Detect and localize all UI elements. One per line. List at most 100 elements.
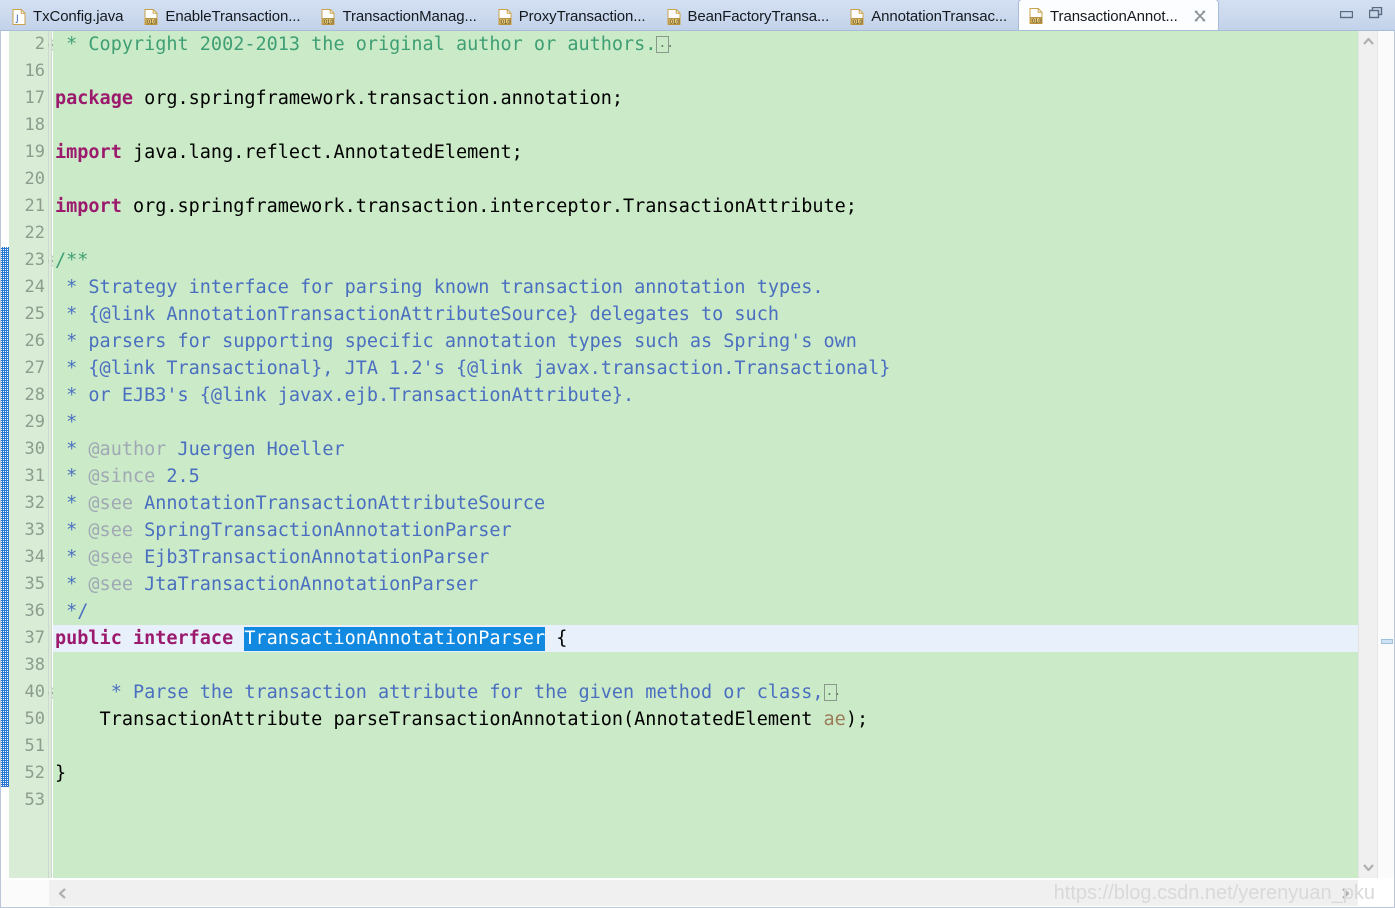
scroll-down-icon[interactable] bbox=[1359, 859, 1378, 876]
code-token: Ejb3TransactionAnnotationParser bbox=[132, 547, 490, 568]
code-token: * bbox=[55, 439, 89, 460]
code-line[interactable]: * Strategy interface for parsing known t… bbox=[53, 274, 1358, 301]
code-line[interactable] bbox=[53, 733, 1358, 760]
source-editor[interactable]: 2 16 17 18 19 20 21 22 23 24 25 26 27 28 29 30 31 32 33 34 3… bbox=[0, 31, 1395, 908]
collapsed-region-icon[interactable] bbox=[656, 31, 674, 57]
overview-ruler[interactable] bbox=[1377, 31, 1395, 878]
tab-label: EnableTransaction... bbox=[165, 8, 301, 25]
code-token: JtaTransactionAnnotationParser bbox=[132, 574, 479, 595]
svg-text:J: J bbox=[15, 14, 19, 24]
code-token: TransactionAttribute parseTransactionAnn… bbox=[55, 709, 824, 730]
code-line-current[interactable]: public interface TransactionAnnotationPa… bbox=[53, 625, 1358, 652]
code-line[interactable]: * Parse the transaction attribute for th… bbox=[53, 678, 1358, 706]
code-line[interactable]: import org.springframework.transaction.i… bbox=[53, 193, 1358, 220]
code-line[interactable]: * @author Juergen Hoeller bbox=[53, 436, 1358, 463]
svg-text:010: 010 bbox=[324, 19, 334, 25]
editor-tab[interactable]: 010 TransactionManag... bbox=[311, 3, 487, 30]
code-token: * Strategy interface for parsing known t… bbox=[55, 277, 824, 298]
line-number: 33 bbox=[24, 520, 45, 540]
scroll-left-icon[interactable] bbox=[51, 880, 73, 906]
code-line[interactable]: } bbox=[53, 760, 1358, 787]
code-token: java.lang.reflect.AnnotatedElement; bbox=[121, 142, 523, 163]
code-token: * bbox=[55, 574, 89, 595]
code-token: Juergen Hoeller bbox=[166, 439, 345, 460]
code-line[interactable]: * @see JtaTransactionAnnotationParser bbox=[53, 571, 1358, 598]
code-token: } bbox=[55, 763, 67, 784]
code-token: * bbox=[55, 412, 78, 433]
editor-tab[interactable]: 010 AnnotationTransac... bbox=[840, 3, 1018, 30]
code-line[interactable]: TransactionAttribute parseTransactionAnn… bbox=[53, 706, 1358, 733]
code-token: * {@link Transactional}, JTA 1.2's {@lin… bbox=[55, 358, 891, 379]
collapsed-region-icon[interactable] bbox=[823, 678, 841, 705]
code-line[interactable]: * @see SpringTransactionAnnotationParser bbox=[53, 517, 1358, 544]
code-line[interactable] bbox=[53, 787, 1358, 814]
vertical-scrollbar[interactable] bbox=[1358, 31, 1377, 878]
overview-marker[interactable] bbox=[1381, 639, 1393, 644]
editor-tab[interactable]: 010 EnableTransaction... bbox=[134, 3, 311, 30]
code-line[interactable]: * bbox=[53, 409, 1358, 436]
line-number: 34 bbox=[24, 547, 45, 567]
code-token: @see bbox=[88, 520, 133, 541]
code-line[interactable] bbox=[53, 220, 1358, 247]
code-line[interactable] bbox=[53, 166, 1358, 193]
line-number: 22 bbox=[24, 223, 45, 243]
code-line[interactable] bbox=[53, 652, 1358, 679]
code-area[interactable]: * Copyright 2002-2013 the original autho… bbox=[53, 31, 1358, 878]
editor-tab[interactable]: 010 BeanFactoryTransa... bbox=[657, 3, 841, 30]
line-number: 16 bbox=[24, 61, 45, 81]
editor-tab-bar: J TxConfig.java 010 EnableTransaction... 010… bbox=[0, 0, 1395, 31]
editor-tab-active[interactable]: 010 TransactionAnnot... bbox=[1018, 0, 1219, 30]
code-token: public interface bbox=[55, 628, 245, 649]
line-number: 53 bbox=[24, 790, 45, 810]
code-token: * bbox=[55, 466, 89, 487]
folding-ruler[interactable] bbox=[49, 31, 52, 878]
code-token: */ bbox=[55, 601, 89, 622]
code-line[interactable]: * @see Ejb3TransactionAnnotationParser bbox=[53, 544, 1358, 571]
code-line[interactable]: package org.springframework.transaction.… bbox=[53, 85, 1358, 112]
line-number: 18 bbox=[24, 115, 45, 135]
code-token: * bbox=[55, 520, 89, 541]
code-token: * parsers for supporting specific annota… bbox=[55, 331, 857, 352]
watermark: https://blog.csdn.net/yerenyuan_pku bbox=[1053, 882, 1375, 904]
code-token: import bbox=[55, 196, 122, 217]
code-line[interactable] bbox=[53, 58, 1358, 85]
maximize-icon[interactable] bbox=[1368, 5, 1383, 19]
tab-label: BeanFactoryTransa... bbox=[687, 8, 830, 25]
code-line[interactable]: import java.lang.reflect.AnnotatedElemen… bbox=[53, 139, 1358, 166]
code-line[interactable]: * parsers for supporting specific annota… bbox=[53, 328, 1358, 355]
code-line[interactable]: /** bbox=[53, 247, 1358, 274]
code-token: import bbox=[55, 142, 122, 163]
line-number: 24 bbox=[24, 277, 45, 297]
editor-tab[interactable]: 010 ProxyTransaction... bbox=[488, 3, 657, 30]
code-line[interactable]: * {@link Transactional}, JTA 1.2's {@lin… bbox=[53, 355, 1358, 382]
code-line[interactable]: * or EJB3's {@link javax.ejb.Transaction… bbox=[53, 382, 1358, 409]
window-controls bbox=[1329, 0, 1395, 30]
class-file-icon: 010 bbox=[850, 8, 864, 25]
code-line[interactable]: * Copyright 2002-2013 the original autho… bbox=[53, 31, 1358, 58]
line-number: 32 bbox=[24, 493, 45, 513]
svg-text:010: 010 bbox=[500, 19, 510, 25]
code-token: ae bbox=[823, 709, 846, 730]
tab-close-icon[interactable] bbox=[1193, 9, 1207, 23]
line-number: 50 bbox=[24, 709, 45, 729]
code-line[interactable]: * @since 2.5 bbox=[53, 463, 1358, 490]
line-number: 27 bbox=[24, 358, 45, 378]
line-number: 25 bbox=[24, 304, 45, 324]
code-line[interactable]: */ bbox=[53, 598, 1358, 625]
line-number: 36 bbox=[24, 601, 45, 621]
code-line[interactable]: * @see AnnotationTransactionAttributeSou… bbox=[53, 490, 1358, 517]
scroll-up-icon[interactable] bbox=[1359, 33, 1378, 50]
minimize-icon[interactable] bbox=[1339, 5, 1354, 19]
code-line[interactable]: * {@link AnnotationTransactionAttributeS… bbox=[53, 301, 1358, 328]
editor-tab[interactable]: J TxConfig.java bbox=[0, 3, 134, 30]
svg-text:010: 010 bbox=[147, 19, 157, 25]
class-file-icon: 010 bbox=[667, 8, 681, 25]
code-token: { bbox=[545, 628, 568, 649]
line-number: 2 bbox=[34, 34, 45, 54]
code-line[interactable] bbox=[53, 112, 1358, 139]
line-number: 38 bbox=[24, 655, 45, 675]
code-token: /** bbox=[55, 250, 89, 271]
line-number-ruler: 2 16 17 18 19 20 21 22 23 24 25 26 27 28 29 30 31 32 33 34 3… bbox=[9, 31, 60, 878]
tab-label: TxConfig.java bbox=[33, 8, 124, 25]
code-token: * bbox=[55, 547, 89, 568]
